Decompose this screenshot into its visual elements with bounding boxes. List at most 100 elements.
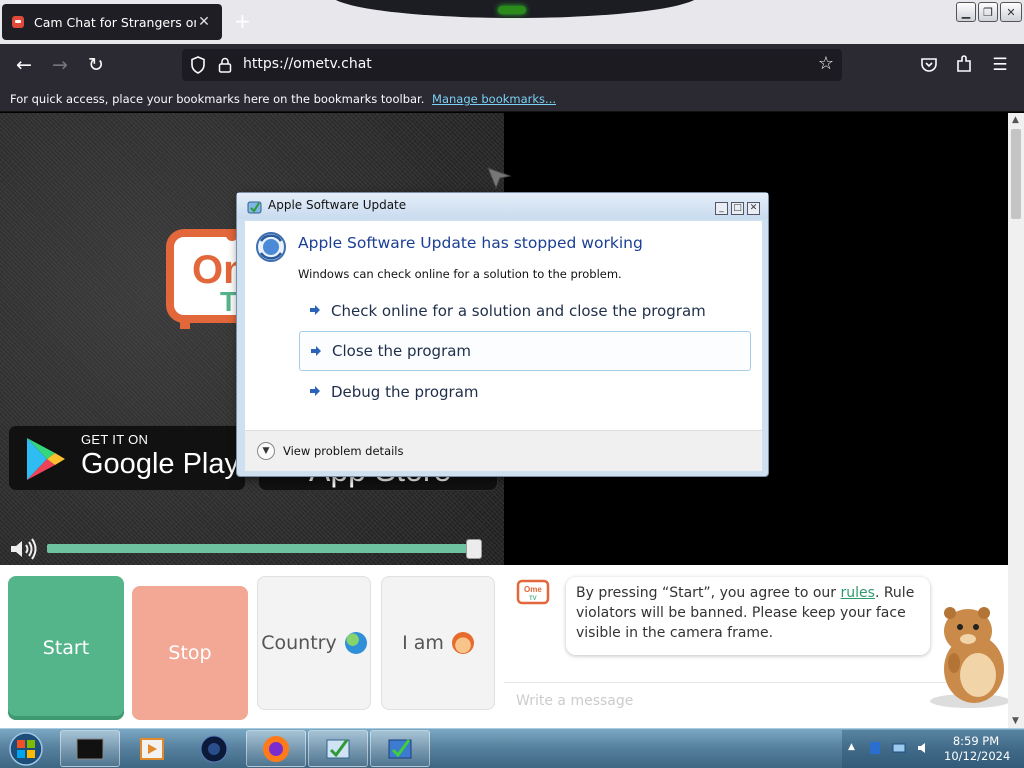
restore-button[interactable]: ❐ — [978, 2, 998, 22]
dialog-maximize-button[interactable]: □ — [731, 202, 744, 215]
back-arrow-icon[interactable]: ← — [11, 52, 37, 78]
dialog-footer: ▼ View problem details — [245, 430, 762, 471]
globe-app-icon — [200, 735, 228, 762]
navigation-bar: ← → ↻ https://ometv.chat ☆ ☰ — [0, 44, 1024, 86]
google-play-badge[interactable]: GET IT ON Google Play — [8, 425, 246, 491]
google-play-icon — [27, 438, 65, 480]
volume-tray-icon[interactable] — [916, 741, 930, 755]
person-face-icon — [451, 632, 474, 654]
clock-time: 8:59 PM — [952, 734, 1000, 748]
start-button[interactable]: Start — [8, 576, 124, 720]
taskbar-app-globe[interactable] — [184, 730, 244, 767]
rules-link[interactable]: rules — [841, 585, 875, 601]
tab-title: Cam Chat for Strangers on Ome — [34, 14, 196, 30]
stop-label: Stop — [168, 642, 212, 664]
bookmark-star-icon[interactable]: ☆ — [816, 54, 836, 74]
view-details-label: View problem details — [283, 444, 404, 458]
option-label: Close the program — [332, 342, 472, 360]
tab-bar: Cam Chat for Strangers on Ome ✕ + ▁ ❐ ✕ — [0, 0, 1024, 44]
clock[interactable]: 8:59 PM 10/12/2024 — [944, 734, 1011, 764]
start-label: Start — [42, 637, 90, 659]
country-button[interactable]: Country — [257, 576, 371, 710]
page-scrollbar[interactable]: ▲ ▼ — [1008, 113, 1024, 728]
tray-app-icon[interactable] — [868, 741, 882, 755]
svg-text:Ome: Ome — [524, 585, 542, 594]
pocket-icon[interactable] — [916, 52, 942, 78]
rules-message: By pressing “Start”, you agree to our ru… — [566, 577, 930, 655]
dialog-close-button[interactable]: ✕ — [747, 202, 760, 215]
dialog-titlebar[interactable]: Apple Software Update _ □ ✕ — [237, 193, 768, 219]
bookmarks-toolbar: For quick access, place your bookmarks h… — [0, 86, 1024, 112]
software-update-icon — [256, 232, 286, 262]
menu-hamburger-icon[interactable]: ☰ — [987, 52, 1013, 78]
volume-control — [0, 533, 504, 565]
tray-expand-icon[interactable]: ▲ — [848, 742, 855, 752]
terminal-icon — [76, 738, 104, 759]
arrow-right-icon — [310, 305, 320, 315]
forward-arrow-icon[interactable]: → — [47, 52, 73, 78]
view-problem-details[interactable]: ▼ View problem details — [257, 442, 404, 460]
chevron-down-icon[interactable]: ▼ — [257, 442, 275, 460]
url-text[interactable]: https://ometv.chat — [243, 56, 372, 72]
check-online-option[interactable]: Check online for a solution and close th… — [299, 291, 751, 331]
browser-tab[interactable]: Cam Chat for Strangers on Ome ✕ — [2, 4, 222, 40]
scroll-down-icon[interactable]: ▼ — [1012, 716, 1019, 726]
taskbar-app-terminal[interactable] — [60, 730, 120, 767]
firefox-icon — [263, 735, 289, 762]
tab-favicon-icon — [12, 16, 24, 28]
windows-start-icon[interactable] — [6, 731, 46, 767]
window-controls: ▁ ❐ ✕ — [956, 2, 1022, 22]
tab-close-icon[interactable]: ✕ — [196, 14, 212, 30]
screen: Cam Chat for Strangers on Ome ✕ + ▁ ❐ ✕ … — [0, 0, 1024, 768]
debug-program-option[interactable]: Debug the program — [299, 372, 751, 412]
volume-slider-track[interactable] — [47, 544, 474, 553]
network-icon[interactable] — [892, 741, 906, 755]
svg-text:TV: TV — [529, 596, 537, 602]
update-app-icon — [326, 738, 350, 758]
rules-message-before: By pressing “Start”, you agree to our — [576, 585, 841, 601]
scroll-up-icon[interactable]: ▲ — [1012, 115, 1019, 125]
bookmarks-hint: For quick access, place your bookmarks h… — [10, 92, 425, 106]
address-bar[interactable]: https://ometv.chat ☆ — [182, 49, 842, 81]
arrow-right-icon — [310, 386, 320, 396]
minimize-button[interactable]: ▁ — [956, 2, 976, 22]
logo-text-t: T — [220, 286, 237, 317]
country-label: Country — [261, 632, 337, 654]
taskbar-app-firefox[interactable] — [246, 730, 306, 767]
extensions-icon[interactable] — [951, 52, 977, 78]
taskbar: ▲ 8:59 PM 10/12/2024 — [0, 728, 1024, 768]
taskbar-app-update[interactable] — [308, 730, 368, 767]
dialog-title: Apple Software Update — [268, 198, 407, 212]
reload-icon[interactable]: ↻ — [83, 52, 109, 78]
close-program-option[interactable]: Close the program — [299, 331, 751, 371]
taskbar-app-media[interactable] — [122, 730, 182, 767]
stop-button[interactable]: Stop — [132, 586, 248, 720]
apple-update-icon — [247, 201, 262, 214]
dialog-body: Apple Software Update has stopped workin… — [245, 221, 762, 471]
dialog-minimize-button[interactable]: _ — [715, 202, 728, 215]
gender-button[interactable]: I am — [381, 576, 495, 710]
close-window-button[interactable]: ✕ — [1000, 2, 1022, 22]
volume-slider-handle[interactable] — [466, 539, 482, 559]
option-label: Check online for a solution and close th… — [331, 302, 706, 320]
shield-icon[interactable] — [190, 56, 206, 74]
control-panel: Start Stop Country I am — [0, 565, 504, 728]
clock-date: 10/12/2024 — [944, 749, 1011, 763]
iam-label: I am — [402, 632, 444, 654]
message-input[interactable]: Write a message — [516, 693, 633, 709]
manage-bookmarks-link[interactable]: Manage bookmarks... — [432, 92, 556, 106]
chat-panel: Ome TV By pressing “Start”, you agree to… — [504, 565, 1008, 728]
option-label: Debug the program — [331, 383, 479, 401]
taskbar-app-installer[interactable] — [370, 730, 430, 767]
lock-icon[interactable] — [218, 57, 232, 73]
mouse-cursor-icon — [487, 167, 512, 190]
hamster-mascot — [930, 607, 1008, 708]
arrow-right-icon — [311, 346, 321, 356]
dialog-heading: Apple Software Update has stopped workin… — [298, 234, 643, 252]
scrollbar-thumb[interactable] — [1011, 129, 1021, 219]
globe-icon — [344, 632, 367, 654]
speaker-icon[interactable] — [8, 537, 40, 561]
google-play-sub: GET IT ON — [81, 432, 149, 447]
system-tray: ▲ 8:59 PM 10/12/2024 — [842, 730, 1024, 768]
new-tab-button[interactable]: + — [234, 10, 251, 32]
